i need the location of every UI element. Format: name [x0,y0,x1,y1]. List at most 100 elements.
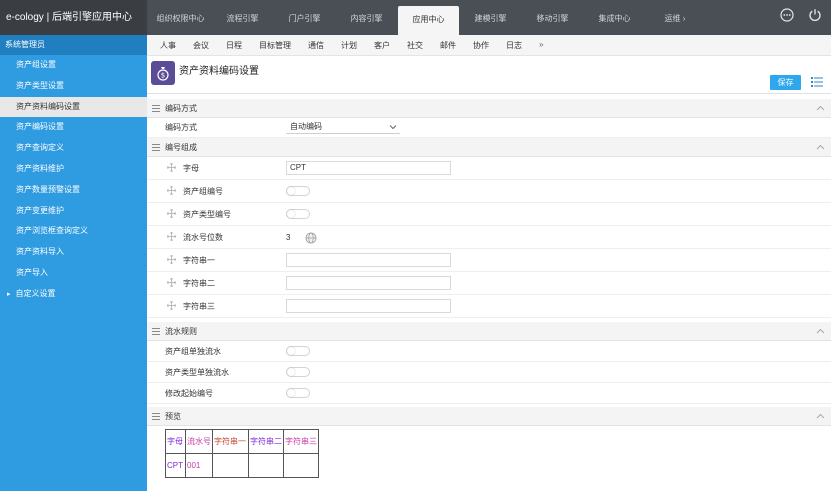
section-composition: 编号组成 [147,138,831,157]
chevron-up-icon[interactable] [816,104,825,113]
sidebar-item-asset-group[interactable]: 资产组设置 [0,55,147,76]
move-icon[interactable] [167,232,176,241]
sidebar-header: 系统管理员 [0,35,147,55]
sidebar-item-asset-import[interactable]: 资产导入 [0,263,147,284]
row-group-serial: 资产组单独流水 [147,341,831,362]
subnav-item-log[interactable]: 日志 [506,35,522,55]
field-label: 字符串一 [183,256,215,265]
top-bar: e-cology | 后端引擎应用中心 组织权限中心 流程引擎 门户引擎 内容引… [0,0,831,35]
section-preview: 预览 [147,407,831,426]
table-header-cell: 字母 [165,429,186,454]
chevron-up-icon[interactable] [816,327,825,336]
string-two-input[interactable] [286,276,451,290]
subnav-item-schedule[interactable]: 日程 [226,35,242,55]
save-button[interactable]: 保存 [770,75,801,90]
table-cell [283,453,319,478]
select-value: 自动编码 [290,122,322,131]
topnav-item-app-center[interactable]: 应用中心 [398,6,459,35]
field-label: 流水号位数 [183,233,223,242]
row-type-serial: 资产类型单独流水 [147,362,831,383]
field-label: 字母 [183,164,199,173]
table-cell [212,453,249,478]
subnav-item-hr[interactable]: 人事 [160,35,176,55]
subnav-item-goals[interactable]: 目标管理 [259,35,291,55]
topnav-item-content[interactable]: 内容引擎 [336,0,397,35]
modify-start-number-toggle[interactable] [286,388,310,398]
caret-right-icon: ▸ [7,290,11,298]
field-label: 资产组编号 [183,187,223,196]
field-label: 资产类型编号 [183,210,231,219]
sidebar-item-custom-settings[interactable]: ▸ 自定义设置 [0,284,147,305]
field-label: 编码方式 [165,123,197,132]
chevron-up-icon[interactable] [816,412,825,421]
chevron-down-icon [389,125,397,130]
topnav-item-mobile[interactable]: 移动引擎 [522,0,583,35]
subnav-item-mail[interactable]: 邮件 [440,35,456,55]
sidebar-item-asset-query[interactable]: 资产查询定义 [0,138,147,159]
type-serial-toggle[interactable] [286,367,310,377]
letter-input[interactable]: CPT [286,161,451,175]
sidebar-item-asset-data-import[interactable]: 资产资料导入 [0,242,147,263]
move-icon[interactable] [167,301,176,310]
drag-handle-icon[interactable] [152,328,160,335]
table-row: CPT 001 [165,453,319,478]
topnav-item-modeling[interactable]: 建模引擎 [460,0,521,35]
subnav-more-icon[interactable]: » [539,35,543,55]
row-encoding-method: 编码方式 自动编码 [147,118,831,138]
sidebar-item-asset-type[interactable]: 资产类型设置 [0,76,147,97]
serial-digits-input[interactable]: 3 [286,233,290,242]
subnav-item-social[interactable]: 社交 [407,35,423,55]
section-title: 流水规则 [165,327,197,336]
move-icon[interactable] [167,186,176,195]
more-icon[interactable] [780,8,794,22]
sidebar-item-asset-encoding[interactable]: 资产编码设置 [0,117,147,138]
move-icon[interactable] [167,209,176,218]
topnav-item-org[interactable]: 组织权限中心 [150,0,211,35]
drag-handle-icon[interactable] [152,413,160,420]
move-icon[interactable] [167,278,176,287]
string-three-input[interactable] [286,299,451,313]
power-icon[interactable] [808,8,822,22]
globe-icon[interactable] [305,232,317,244]
sidebar-item-asset-browser-query[interactable]: 资产浏览框查询定义 [0,221,147,242]
app-title[interactable]: e-cology | 后端引擎应用中心 [0,0,147,35]
chevron-up-icon[interactable] [816,143,825,152]
asset-group-number-toggle[interactable] [286,186,310,196]
drag-handle-icon[interactable] [152,144,160,151]
encoding-method-select[interactable]: 自动编码 [286,121,400,134]
sidebar-item-asset-code-settings[interactable]: 资产资料编码设置 [0,96,147,118]
move-icon[interactable] [167,255,176,264]
string-one-input[interactable] [286,253,451,267]
sidebar-item-asset-alert[interactable]: 资产数量预警设置 [0,180,147,201]
table-cell: CPT [165,453,186,478]
group-serial-toggle[interactable] [286,346,310,356]
subnav-item-meeting[interactable]: 会议 [193,35,209,55]
topnav-item-workflow[interactable]: 流程引擎 [212,0,273,35]
row-asset-group-number: 资产组编号 [147,180,831,203]
sidebar-item-label: 自定义设置 [15,288,56,298]
subnav-item-collab[interactable]: 协作 [473,35,489,55]
subnav-item-communication[interactable]: 通信 [308,35,324,55]
asset-type-number-toggle[interactable] [286,209,310,219]
move-icon[interactable] [167,163,176,172]
section-serial-rules: 流水规则 [147,322,831,341]
table-header-cell: 字符串一 [212,429,249,454]
drag-handle-icon[interactable] [152,105,160,112]
topnav-item-portal[interactable]: 门户引擎 [274,0,335,35]
row-string-three: 字符串三 [147,295,831,318]
sidebar-item-asset-maintenance[interactable]: 资产资料维护 [0,159,147,180]
serial-digits-field: 3 [286,232,317,244]
main-content: 人事 会议 日程 目标管理 通信 计划 客户 社交 邮件 协作 日志 » $ 资… [147,35,831,491]
table-cell [248,453,284,478]
top-nav: 组织权限中心 流程引擎 门户引擎 内容引擎 应用中心 建模引擎 移动引擎 集成中… [150,0,704,35]
sidebar-item-asset-change[interactable]: 资产变更维护 [0,201,147,222]
topnav-more[interactable]: 运维 › [646,0,704,35]
subnav-item-plan[interactable]: 计划 [341,35,357,55]
topnav-item-integration[interactable]: 集成中心 [584,0,645,35]
list-menu-icon[interactable] [811,76,823,88]
subnav-item-customer[interactable]: 客户 [374,35,390,55]
preview-table: 字母 流水号 字符串一 字符串二 字符串三 CPT 001 [165,429,319,478]
field-label: 字符串二 [183,279,215,288]
table-cell: 001 [185,453,213,478]
money-bag-icon: $ [151,61,175,85]
